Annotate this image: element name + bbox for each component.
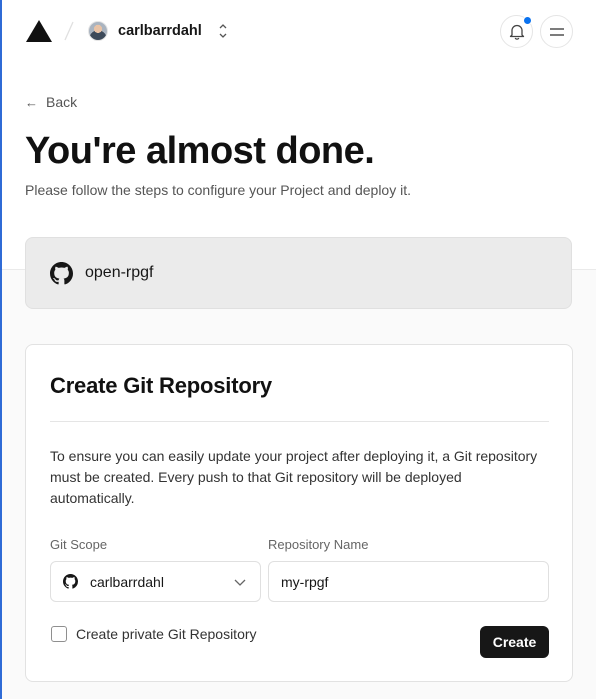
create-git-repository-card: Create Git Repository To ensure you can … [25, 344, 573, 682]
top-header: carlbarrdahl [0, 0, 596, 62]
create-button[interactable]: Create [480, 626, 549, 658]
form-title: Create Git Repository [50, 373, 272, 398]
github-icon [50, 261, 73, 284]
back-label: Back [46, 94, 78, 110]
form-description: To ensure you can easily update your pro… [50, 448, 538, 506]
menu-button[interactable] [540, 15, 573, 48]
private-repository-label: Create private Git Repository [76, 626, 257, 642]
git-scope-label: Git Scope [50, 537, 108, 552]
repository-name-label: Repository Name [268, 537, 369, 552]
chevron-up-down-icon[interactable] [218, 22, 228, 40]
chevron-down-icon [234, 579, 246, 586]
scope-name: carlbarrdahl [118, 23, 202, 39]
menu-icon [549, 27, 564, 36]
github-icon [63, 574, 78, 589]
back-link[interactable]: ← Back [25, 94, 77, 110]
vercel-logo-icon[interactable] [26, 20, 52, 42]
breadcrumb-separator-icon [64, 21, 74, 41]
repository-name-input[interactable] [268, 561, 549, 602]
source-repository-card: open-rpgf [25, 237, 572, 309]
bell-icon [509, 24, 524, 40]
notification-badge [523, 16, 532, 25]
team-scope-switcher[interactable]: carlbarrdahl [88, 20, 202, 42]
user-avatar [88, 21, 108, 41]
arrow-left-icon: ← [25, 94, 38, 110]
git-scope-select[interactable]: carlbarrdahl [50, 561, 261, 602]
private-repository-option[interactable]: Create private Git Repository [51, 626, 257, 642]
git-scope-value: carlbarrdahl [90, 573, 164, 590]
page-title: You're almost done. [25, 130, 375, 172]
form-divider [50, 421, 549, 422]
repository-name: open-rpgf [85, 264, 154, 281]
private-repository-checkbox[interactable] [51, 626, 67, 642]
page-subtitle: Please follow the steps to configure you… [25, 182, 411, 198]
